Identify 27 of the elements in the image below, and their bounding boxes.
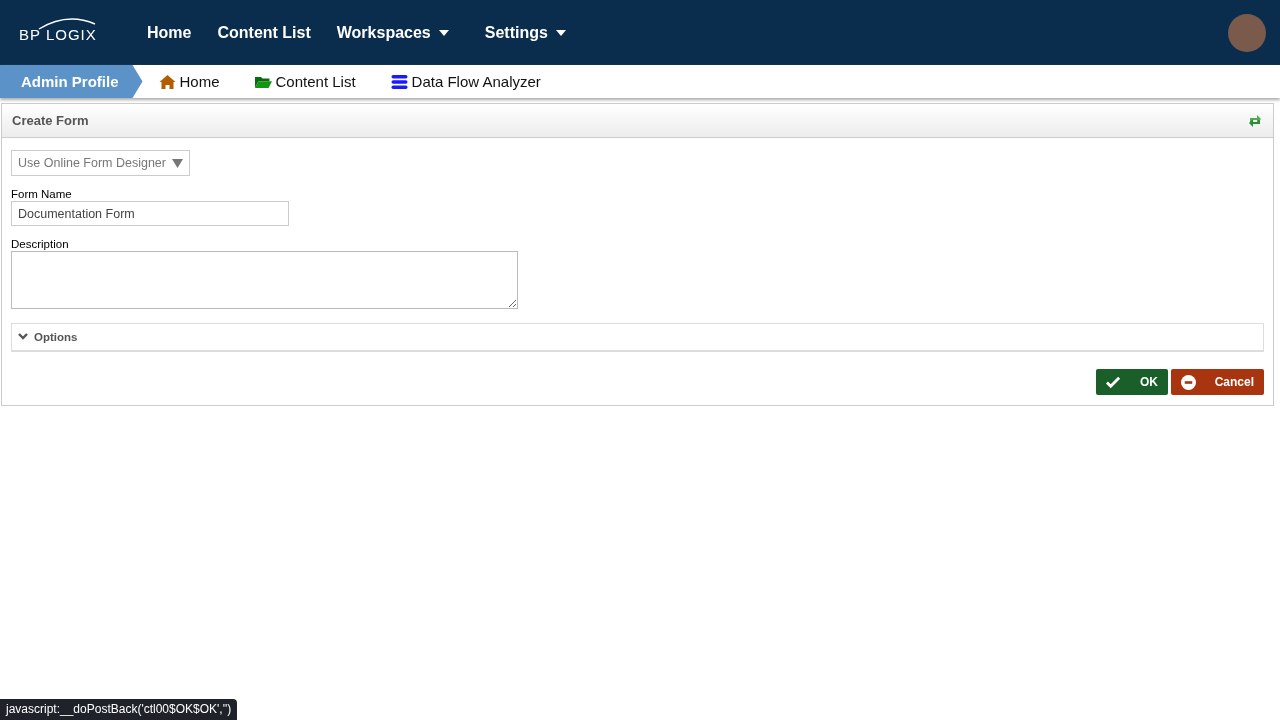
chevron-icon — [18, 333, 28, 341]
nav-link[interactable]: Settings — [484, 23, 566, 42]
nav-link[interactable]: Workspaces — [336, 23, 449, 42]
checkmark-icon — [1106, 374, 1121, 390]
database-icon — [390, 73, 408, 90]
field-label: Description — [11, 238, 70, 250]
options-toggle[interactable]: Options — [12, 324, 84, 350]
breadcrumb-link[interactable]: Content List — [254, 73, 356, 90]
cancel-button[interactable]: Cancel — [1171, 369, 1264, 395]
ok-button[interactable]: OK — [1096, 369, 1168, 395]
house-icon — [158, 73, 176, 90]
description-field[interactable] — [11, 251, 518, 309]
status-bar: javascript:__doPostBack('ctl00$OK$OK','') — [0, 699, 238, 720]
form-name-field[interactable]: Documentation Form — [11, 201, 289, 226]
avatar[interactable] — [1228, 13, 1266, 52]
nav-link[interactable]: Content List — [217, 23, 311, 42]
field-label: Form Name — [11, 188, 73, 200]
nav-link[interactable]: Home — [147, 23, 192, 42]
minus-circle-icon — [1181, 374, 1196, 390]
refresh-icon[interactable] — [1247, 112, 1263, 129]
breadcrumb-link[interactable]: Data Flow Analyzer — [390, 73, 541, 90]
caret-icon — [555, 29, 566, 36]
caret-icon — [438, 29, 449, 36]
breadcrumb-link[interactable]: Home — [158, 73, 220, 90]
panel-title: Create Form — [12, 113, 89, 128]
dropdown-arrow-icon — [171, 158, 183, 168]
designer-dropdown[interactable]: Use Online Form Designer — [11, 150, 190, 176]
